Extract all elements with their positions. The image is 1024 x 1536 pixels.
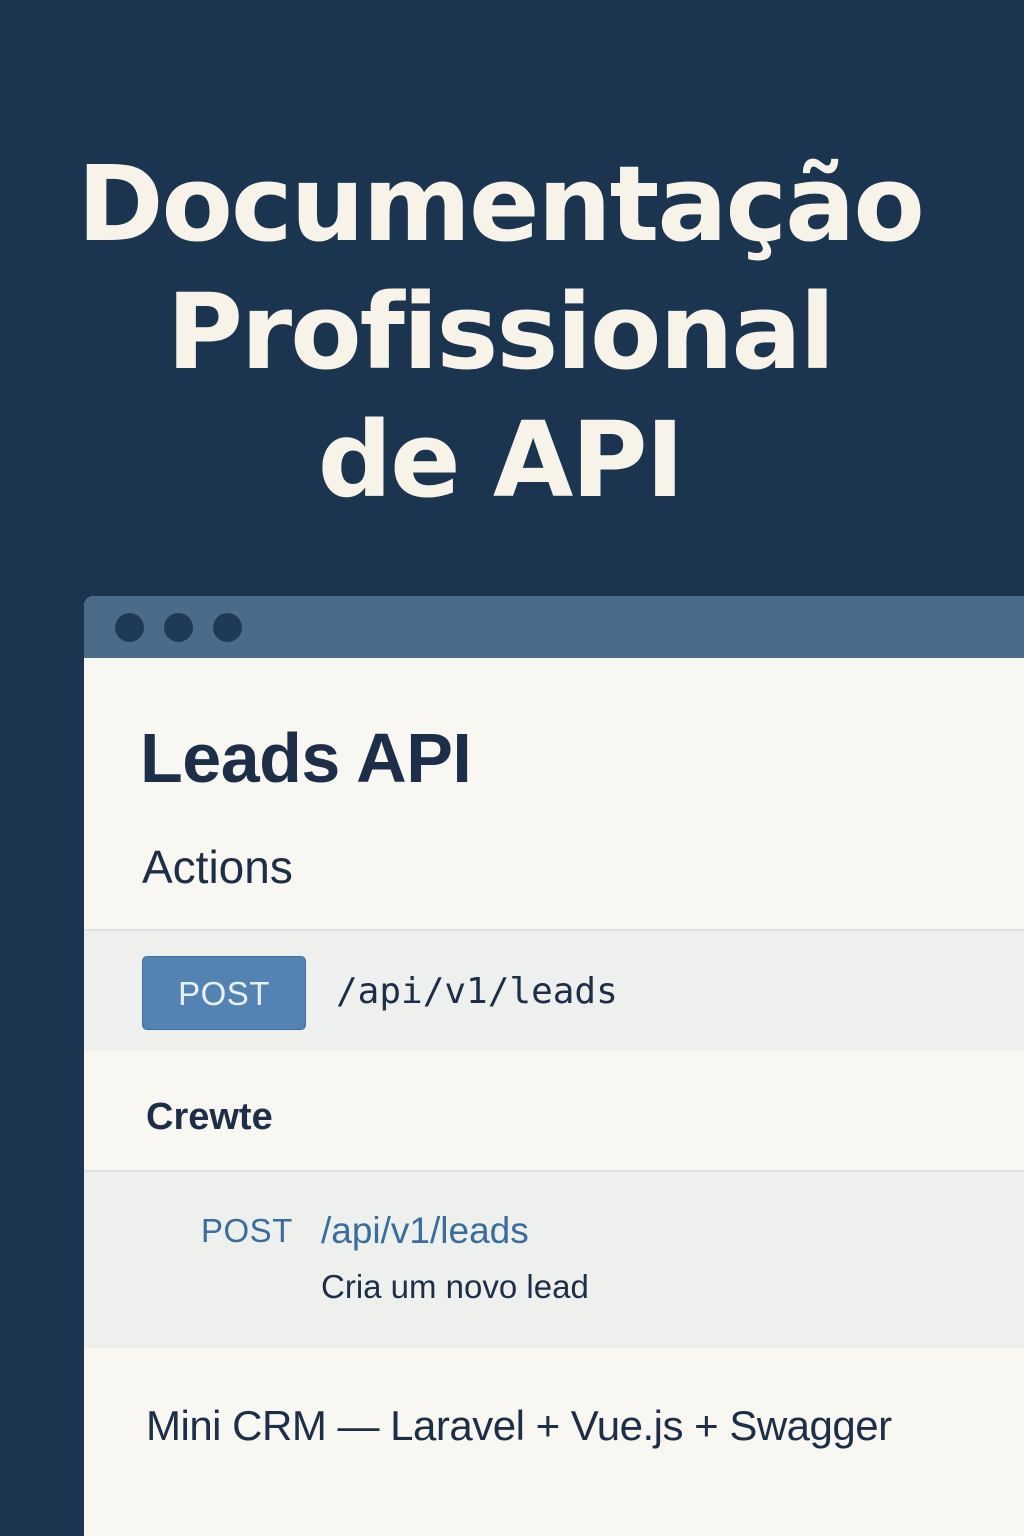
operation-method: POST: [201, 1212, 293, 1249]
window-titlebar: [84, 596, 1024, 658]
post-method-badge[interactable]: POST: [142, 956, 306, 1030]
browser-window: Leads API Actions POST /api/v1/leads Cre…: [84, 596, 1024, 1536]
operation-row[interactable]: POST /api/v1/leads Cria um novo lead: [84, 1172, 1024, 1348]
window-close-dot[interactable]: [115, 613, 144, 642]
section-heading: Crewte: [146, 1096, 273, 1138]
hero-line-3: de API: [317, 399, 685, 521]
actions-heading: Actions: [142, 841, 293, 893]
operation-path-link[interactable]: /api/v1/leads: [321, 1210, 529, 1252]
page-title: Leads API: [140, 719, 472, 797]
endpoint-bar[interactable]: POST /api/v1/leads: [84, 929, 1024, 1051]
hero-heading: Documentação Profissional de API: [0, 140, 1000, 524]
endpoint-path: /api/v1/leads: [336, 971, 618, 1012]
operation-description: Cria um novo lead: [321, 1268, 589, 1305]
footer-caption: Mini CRM — Laravel + Vue.js + Swagger: [146, 1402, 892, 1449]
window-minimize-dot[interactable]: [164, 613, 193, 642]
hero-line-1: Documentação: [77, 143, 925, 265]
hero-line-2: Profissional: [166, 271, 836, 393]
window-maximize-dot[interactable]: [213, 613, 242, 642]
